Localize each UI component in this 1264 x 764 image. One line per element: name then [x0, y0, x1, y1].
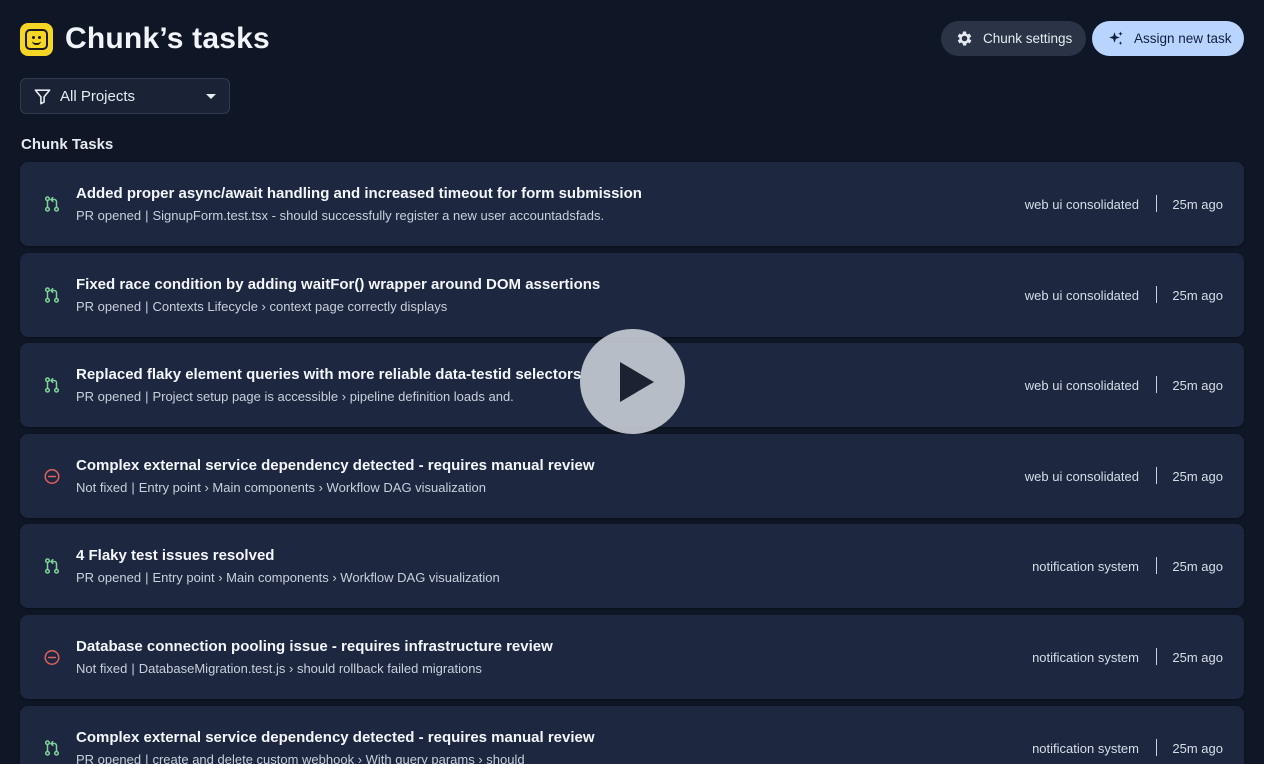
task-time: 25m ago: [1172, 649, 1223, 665]
task-project: notification system: [1032, 649, 1139, 665]
play-button[interactable]: [580, 329, 685, 434]
pull-request-icon: [43, 557, 61, 575]
task-title: Replaced flaky element queries with more…: [76, 366, 582, 384]
play-icon: [619, 361, 654, 402]
task-list: Added proper async/await handling and in…: [20, 162, 1244, 764]
task-state: PR opened: [76, 389, 142, 405]
meta-divider: [1155, 195, 1157, 212]
task-subtitle: PR opened | Project setup page is accessib…: [76, 389, 514, 404]
task-detail: SignupForm.test.tsx - should successfull…: [152, 208, 605, 223]
task-project: notification system: [1032, 559, 1139, 575]
assign-new-task-label: Assign new task: [1134, 31, 1232, 46]
not-fixed-icon: [43, 467, 61, 485]
task-subtitle: PR opened | Entry point › Main components …: [76, 570, 500, 585]
task-time: 25m ago: [1172, 378, 1223, 394]
task-subtitle: PR opened | create and delete custom webho…: [76, 752, 525, 764]
task-state: Not fixed: [76, 479, 128, 495]
task-detail: create and delete custom webhook › With …: [152, 751, 525, 764]
task-detail: Entry point › Main components › Workflow…: [138, 479, 486, 495]
header: Chunk’s tasks Chunk settings Assign new …: [20, 18, 1244, 62]
task-title: Added proper async/await handling and in…: [76, 185, 642, 202]
task-time: 25m ago: [1172, 740, 1223, 756]
task-state: PR opened: [76, 298, 142, 314]
sparkles-icon: [1107, 30, 1125, 48]
task-title: Database connection pooling issue - requ…: [76, 637, 553, 655]
subtitle-separator: |: [145, 298, 149, 314]
task-row[interactable]: Added proper async/await handling and in…: [20, 162, 1244, 246]
assign-new-task-button[interactable]: Assign new task: [1092, 21, 1244, 56]
task-detail: DatabaseMigration.test.js › should rollb…: [138, 660, 482, 676]
meta-divider: [1155, 647, 1157, 665]
chunk-settings-button[interactable]: Chunk settings: [941, 21, 1086, 56]
task-row[interactable]: Database connection pooling issue - requ…: [20, 614, 1244, 699]
task-row[interactable]: Complex external service dependency dete…: [20, 705, 1244, 764]
task-detail: Contexts Lifecycle › context page correc…: [152, 298, 448, 314]
section-title: Chunk Tasks: [21, 136, 114, 153]
task-detail: Entry point › Main components › Workflow…: [152, 570, 500, 586]
task-project: web ui consolidated: [1024, 197, 1139, 212]
task-project: web ui consolidated: [1024, 468, 1139, 484]
task-subtitle: PR opened | Contexts Lifecycle › context p…: [76, 299, 447, 314]
page: Chunk’s tasks Chunk settings Assign new …: [0, 0, 1264, 764]
subtitle-separator: |: [145, 570, 149, 586]
task-state: PR opened: [76, 208, 142, 223]
task-time: 25m ago: [1172, 559, 1223, 575]
chevron-down-icon: [206, 94, 216, 99]
pull-request-icon: [43, 286, 61, 304]
task-row[interactable]: Fixed race condition by adding waitFor()…: [20, 252, 1244, 337]
task-state: Not fixed: [76, 660, 128, 676]
task-state: PR opened: [76, 570, 142, 586]
project-filter-select[interactable]: All Projects: [20, 78, 230, 114]
task-project: web ui consolidated: [1024, 287, 1139, 303]
chunk-settings-label: Chunk settings: [983, 31, 1073, 46]
funnel-icon: [33, 87, 52, 106]
subtitle-separator: |: [145, 751, 149, 764]
subtitle-separator: |: [131, 479, 135, 495]
project-filter-value: All Projects: [60, 87, 136, 105]
task-time: 25m ago: [1172, 468, 1223, 484]
task-project: notification system: [1032, 740, 1139, 756]
meta-divider: [1155, 738, 1157, 756]
task-subtitle: Not fixed | DatabaseMigration.test.js › sh…: [76, 661, 482, 676]
chunk-logo-icon: [20, 23, 53, 56]
pull-request-icon: [43, 195, 61, 213]
task-subtitle: PR opened | SignupForm.test.tsx - should s…: [76, 208, 604, 223]
not-fixed-icon: [43, 648, 61, 666]
task-title: Fixed race condition by adding waitFor()…: [76, 275, 601, 293]
meta-divider: [1155, 376, 1157, 394]
task-state: PR opened: [76, 751, 142, 764]
task-subtitle: Not fixed | Entry point › Main components …: [76, 480, 486, 495]
pull-request-icon: [43, 376, 61, 394]
task-detail: Project setup page is accessible › pipel…: [152, 389, 514, 405]
task-time: 25m ago: [1172, 287, 1223, 303]
task-title: Complex external service dependency dete…: [76, 728, 595, 746]
task-title: Complex external service dependency dete…: [76, 456, 595, 474]
task-time: 25m ago: [1172, 197, 1223, 212]
meta-divider: [1155, 557, 1157, 575]
gear-icon: [955, 29, 974, 48]
pull-request-icon: [43, 739, 61, 757]
task-project: web ui consolidated: [1024, 378, 1139, 394]
task-title: 4 Flaky test issues resolved: [76, 547, 275, 565]
page-title: Chunk’s tasks: [65, 22, 270, 55]
meta-divider: [1155, 466, 1157, 484]
meta-divider: [1155, 285, 1157, 303]
task-row[interactable]: Complex external service dependency dete…: [20, 433, 1244, 518]
task-row[interactable]: 4 Flaky test issues resolved PR opened | E…: [20, 524, 1244, 609]
subtitle-separator: |: [145, 208, 149, 223]
subtitle-separator: |: [131, 660, 135, 676]
subtitle-separator: |: [145, 389, 149, 405]
